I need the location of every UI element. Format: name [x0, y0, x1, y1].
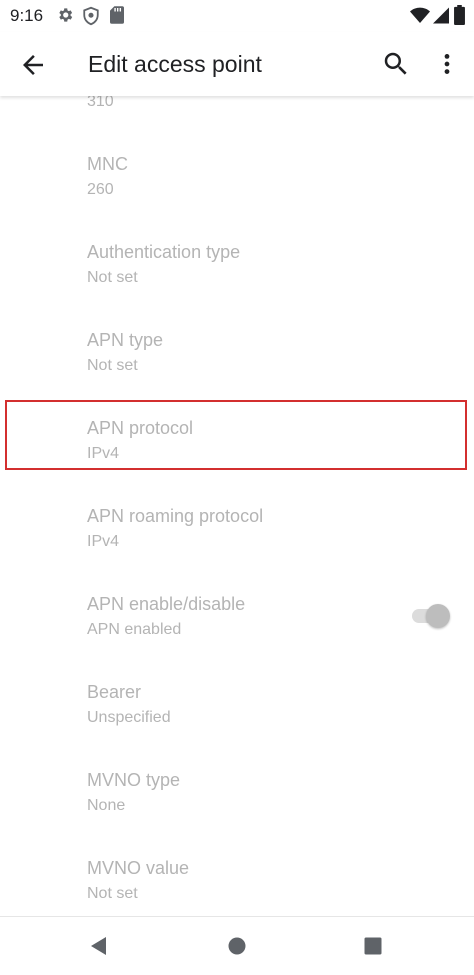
pref-summary: Not set — [87, 357, 138, 374]
shield-icon — [83, 6, 99, 26]
pref-mcc[interactable]: 310 — [0, 96, 474, 132]
pref-summary: None — [87, 797, 126, 814]
pref-mvno-value[interactable]: MVNO value Not set — [0, 836, 474, 916]
pref-title: MVNO value — [87, 858, 190, 878]
pref-summary: 260 — [87, 181, 114, 198]
page-title: Edit access point — [88, 51, 262, 77]
status-time: 9:16 — [10, 6, 44, 25]
apn-enable-toggle[interactable] — [410, 602, 452, 630]
preference-list[interactable]: 310 MNC 260 Authentication type Not set … — [0, 96, 474, 916]
pref-title: APN enable/disable — [87, 594, 246, 614]
pref-apn-enable[interactable]: APN enable/disable APN enabled — [0, 572, 474, 660]
toggle-thumb — [426, 604, 450, 628]
pref-summary: APN enabled — [87, 621, 182, 638]
pref-title: APN roaming protocol — [87, 506, 264, 526]
home-circle-icon[interactable] — [226, 935, 248, 957]
back-arrow-icon[interactable] — [18, 50, 48, 80]
search-icon[interactable] — [381, 49, 411, 79]
pref-title: MVNO type — [87, 770, 181, 790]
pref-title: MNC — [87, 154, 128, 174]
navigation-bar — [0, 916, 474, 975]
pref-summary: Not set — [87, 885, 138, 902]
signal-icon — [433, 7, 449, 24]
back-triangle-icon[interactable] — [88, 935, 110, 957]
pref-apn-type[interactable]: APN type Not set — [0, 308, 474, 396]
app-bar: Edit access point — [0, 32, 474, 96]
settings-icon — [59, 8, 73, 22]
highlight-box — [5, 400, 467, 470]
more-vert-icon[interactable] — [434, 49, 460, 79]
pref-mnc[interactable]: MNC 260 — [0, 132, 474, 220]
battery-icon — [454, 5, 465, 25]
recents-square-icon[interactable] — [362, 935, 384, 957]
pref-apn-roaming-protocol[interactable]: APN roaming protocol IPv4 — [0, 484, 474, 572]
pref-title: Bearer — [87, 682, 142, 702]
pref-title: Authentication type — [87, 242, 241, 262]
pref-summary: IPv4 — [87, 533, 120, 550]
pref-summary: 310 — [87, 96, 114, 110]
pref-mvno-type[interactable]: MVNO type None — [0, 748, 474, 836]
pref-title: APN type — [87, 330, 164, 350]
wifi-icon — [410, 7, 430, 24]
pref-authentication-type[interactable]: Authentication type Not set — [0, 220, 474, 308]
sd-card-icon — [110, 6, 124, 24]
pref-summary: Unspecified — [87, 709, 171, 726]
pref-summary: Not set — [87, 269, 138, 286]
status-bar: 9:16 — [0, 0, 474, 32]
pref-bearer[interactable]: Bearer Unspecified — [0, 660, 474, 748]
